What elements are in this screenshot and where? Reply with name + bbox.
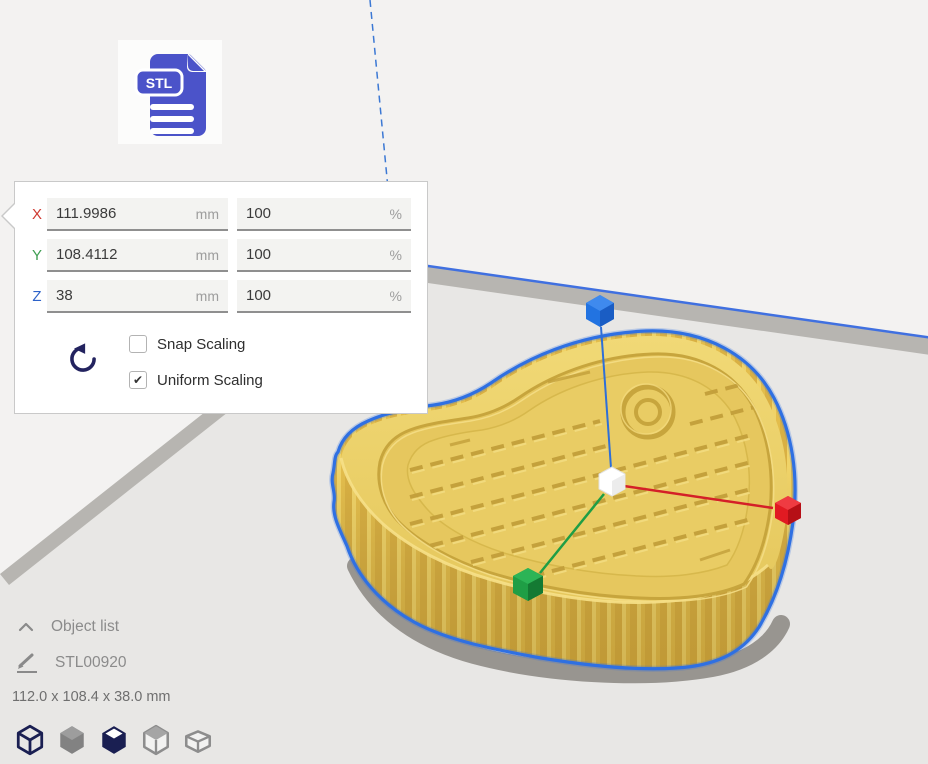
snap-scaling-label: Snap Scaling — [157, 336, 245, 353]
uniform-scaling-label: Uniform Scaling — [157, 372, 263, 389]
z-size-input[interactable] — [56, 287, 190, 304]
axis-z-label: Z — [27, 280, 47, 313]
z-size-unit: mm — [190, 288, 219, 304]
x-percent-unit: % — [384, 206, 402, 222]
object-list-title: Object list — [51, 618, 119, 636]
scale-row-x: X mm % — [15, 198, 427, 231]
z-percent-field: % — [237, 280, 411, 313]
y-size-unit: mm — [190, 247, 219, 263]
stl-badge-label: STL — [146, 75, 173, 91]
uniform-scaling-checkbox-row[interactable]: Uniform Scaling — [129, 370, 263, 390]
object-name: STL00920 — [55, 654, 127, 672]
object-dimensions: 112.0 x 108.4 x 38.0 mm — [12, 689, 171, 705]
x-percent-input[interactable] — [246, 205, 384, 222]
x-size-input[interactable] — [56, 205, 190, 222]
mesh-type-toolbar — [16, 724, 212, 756]
snap-scaling-checkbox[interactable] — [129, 335, 147, 353]
cube-outline-icon[interactable] — [16, 724, 44, 756]
z-percent-input[interactable] — [246, 287, 384, 304]
stl-file-icon: STL — [128, 46, 220, 142]
cura-viewport[interactable]: STL X mm % Y mm — [0, 0, 928, 764]
y-percent-input[interactable] — [246, 246, 384, 263]
scale-row-z: Z mm % — [15, 280, 427, 313]
y-percent-field: % — [237, 239, 411, 272]
x-size-unit: mm — [190, 206, 219, 222]
scale-tool-panel: X mm % Y mm % Z mm — [14, 181, 428, 414]
axis-y-label: Y — [27, 239, 47, 272]
reset-ccw-icon — [64, 340, 102, 378]
object-list-item[interactable]: STL00920 — [16, 652, 127, 674]
x-size-field: mm — [47, 198, 228, 231]
rename-pencil-icon — [16, 652, 40, 674]
z-percent-unit: % — [384, 288, 402, 304]
y-percent-unit: % — [384, 247, 402, 263]
object-list-header[interactable]: Object list — [18, 618, 119, 636]
collapse-caret-icon — [18, 622, 34, 632]
cube-flat-icon[interactable] — [184, 724, 212, 756]
snap-scaling-checkbox-row[interactable]: Snap Scaling — [129, 334, 245, 354]
axis-x-label: X — [27, 198, 47, 231]
cube-xray-icon[interactable] — [100, 724, 128, 756]
y-size-field: mm — [47, 239, 228, 272]
cube-top-icon[interactable] — [142, 724, 170, 756]
uniform-scaling-checkbox[interactable] — [129, 371, 147, 389]
z-size-field: mm — [47, 280, 228, 313]
reset-scale-button[interactable] — [63, 340, 103, 380]
stl-file-thumbnail: STL — [118, 40, 222, 144]
x-percent-field: % — [237, 198, 411, 231]
y-size-input[interactable] — [56, 246, 190, 263]
scale-row-y: Y mm % — [15, 239, 427, 272]
center-scale-handle[interactable] — [599, 467, 625, 496]
cube-solid-icon[interactable] — [58, 724, 86, 756]
